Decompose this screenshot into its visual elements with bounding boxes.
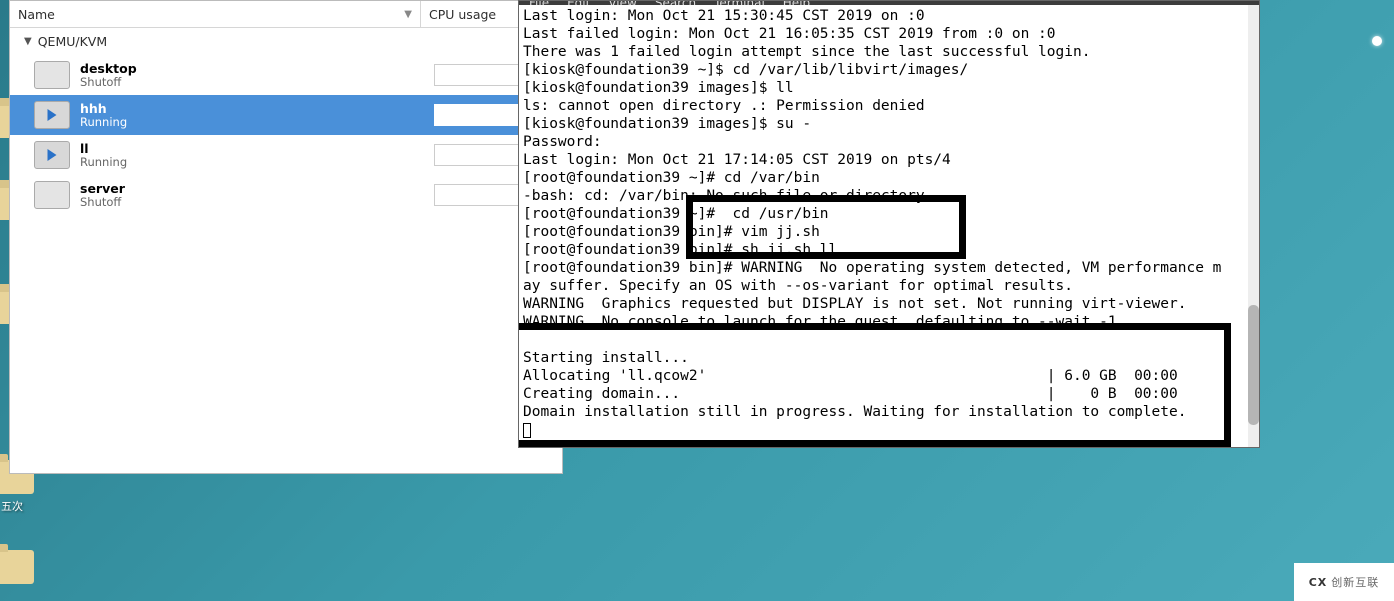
- vm-row-desktop[interactable]: desktop Shutoff: [10, 55, 562, 95]
- vm-state: Running: [80, 116, 127, 130]
- sort-desc-icon: ▼: [404, 9, 412, 20]
- vm-list-header: Name ▼ CPU usage: [10, 1, 562, 28]
- term-line: [root@foundation39 bin]# sh jj.sh ll: [523, 242, 837, 258]
- monitor-play-icon: [34, 141, 70, 169]
- vm-row-ll[interactable]: ll Running: [10, 135, 562, 175]
- term-line: ls: cannot open directory .: Permission …: [523, 98, 925, 114]
- vm-name: hhh: [80, 101, 127, 116]
- vm-state: Shutoff: [80, 196, 125, 210]
- notification-dot-icon[interactable]: [1372, 36, 1382, 46]
- term-line: Password:: [523, 134, 602, 150]
- term-line: Creating domain... | 0 B 00:00: [523, 386, 1178, 402]
- connection-group[interactable]: ▼ QEMU/KVM: [10, 28, 562, 55]
- chevron-down-icon: ▼: [24, 36, 32, 47]
- term-line: Allocating 'll.qcow2' | 6.0 GB 00:00: [523, 368, 1178, 384]
- monitor-icon: [34, 181, 70, 209]
- monitor-icon: [34, 61, 70, 89]
- highlight-box-2: [519, 323, 1231, 447]
- connection-label: QEMU/KVM: [38, 34, 107, 49]
- vm-row-server[interactable]: server Shutoff: [10, 175, 562, 215]
- term-line: ay suffer. Specify an OS with --os-varia…: [523, 278, 1073, 294]
- monitor-play-icon: [34, 101, 70, 129]
- term-line: Last login: Mon Oct 21 15:30:45 CST 2019…: [523, 8, 925, 24]
- terminal-output[interactable]: Last login: Mon Oct 21 15:30:45 CST 2019…: [519, 5, 1259, 447]
- term-line: -bash: cd: /var/bin: No such file or dir…: [523, 188, 925, 204]
- vm-name: server: [80, 181, 125, 196]
- term-line: WARNING No console to launch for the gue…: [523, 314, 1117, 330]
- scrollbar-thumb[interactable]: [1248, 305, 1259, 425]
- term-line: Domain installation still in progress. W…: [523, 404, 1186, 420]
- column-name-label: Name: [18, 7, 55, 22]
- terminal-window: File Edit View Search Terminal Help Last…: [518, 0, 1260, 448]
- terminal-cursor: [523, 423, 531, 438]
- term-line: Last login: Mon Oct 21 17:14:05 CST 2019…: [523, 152, 951, 168]
- vm-name: ll: [80, 141, 127, 156]
- vm-row-hhh[interactable]: hhh Running: [10, 95, 562, 135]
- watermark-text: 创新互联: [1331, 574, 1379, 590]
- desktop-folder-label: 五次: [0, 498, 42, 514]
- term-line: [root@foundation39 ~]# cd /var/bin: [523, 170, 820, 186]
- term-line: [root@foundation39 ~]# cd /usr/bin: [523, 206, 829, 222]
- watermark-brand: CX: [1309, 576, 1328, 589]
- watermark: CX 创新互联: [1294, 563, 1394, 601]
- column-name[interactable]: Name ▼: [10, 1, 421, 27]
- vm-list-body: ▼ QEMU/KVM desktop Shutoff hhh Running l…: [10, 28, 562, 473]
- term-line: [kiosk@foundation39 ~]$ cd /var/lib/libv…: [523, 62, 968, 78]
- vm-state: Shutoff: [80, 76, 137, 90]
- term-line: Last failed login: Mon Oct 21 16:05:35 C…: [523, 26, 1056, 42]
- term-line: [root@foundation39 bin]# vim jj.sh: [523, 224, 820, 240]
- term-line: There was 1 failed login attempt since t…: [523, 44, 1090, 60]
- term-line: WARNING Graphics requested but DISPLAY i…: [523, 296, 1186, 312]
- terminal-scrollbar[interactable]: [1248, 5, 1259, 447]
- term-line: [kiosk@foundation39 images]$ ll: [523, 80, 794, 96]
- term-line: [root@foundation39 bin]# WARNING No oper…: [523, 260, 1221, 276]
- vm-name: desktop: [80, 61, 137, 76]
- column-cpu-label: CPU usage: [429, 7, 496, 22]
- vm-state: Running: [80, 156, 127, 170]
- term-line: Starting install...: [523, 350, 689, 366]
- virt-manager-window: Name ▼ CPU usage ▼ QEMU/KVM desktop Shut…: [9, 0, 563, 474]
- term-line: [kiosk@foundation39 images]$ su -: [523, 116, 811, 132]
- desktop-folder[interactable]: [0, 550, 42, 588]
